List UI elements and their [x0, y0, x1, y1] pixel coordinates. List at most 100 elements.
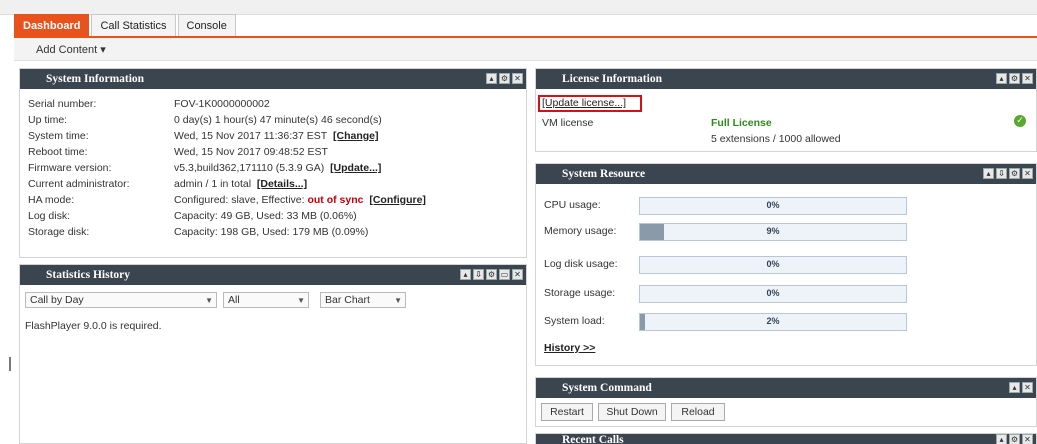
export-icon[interactable]: ⇩ — [996, 168, 1007, 179]
scope-select-value: All — [228, 294, 240, 306]
history-link[interactable]: History >> — [544, 342, 595, 354]
info-label: Storage disk: — [28, 226, 90, 238]
chart-type-select[interactable]: Bar Chart ▼ — [320, 292, 406, 308]
restart-button[interactable]: Restart — [541, 403, 593, 421]
license-information-panel: License Information ▴ ⚙ ✕ [Update licens… — [535, 68, 1037, 152]
panel-title: Statistics History — [46, 269, 131, 281]
info-value: Wed, 15 Nov 2017 11:36:37 EST — [174, 130, 328, 142]
tab-console[interactable]: Console — [177, 14, 236, 36]
close-icon[interactable]: ✕ — [1022, 168, 1033, 179]
collapse-icon[interactable]: ▴ — [996, 434, 1007, 444]
info-value-wrap: Wed, 15 Nov 2017 11:36:37 EST [Change] — [174, 130, 378, 142]
panel-title: System Information — [46, 73, 145, 85]
info-label: Current administrator: — [28, 178, 130, 190]
collapse-icon[interactable]: ▴ — [486, 73, 497, 84]
settings-icon[interactable]: ⚙ — [1009, 73, 1020, 84]
recent-calls-header: Recent Calls ▴ ⚙ ✕ — [536, 434, 1036, 444]
info-label: Serial number: — [28, 98, 97, 110]
usage-percent: 0% — [766, 259, 780, 269]
close-icon[interactable]: ✕ — [512, 269, 523, 280]
top-strip — [0, 0, 1037, 15]
settings-icon[interactable]: ⚙ — [486, 269, 497, 280]
configure-ha-link[interactable]: [Configure] — [369, 194, 426, 206]
info-value: Configured: slave, Effective: — [174, 194, 305, 206]
info-label: Firmware version: — [28, 162, 112, 174]
info-label: HA mode: — [28, 194, 75, 206]
minimize-icon[interactable]: ▭ — [499, 269, 510, 280]
chevron-down-icon: ▼ — [297, 296, 305, 305]
panel-title: System Command — [562, 382, 652, 394]
info-label: Reboot time: — [28, 146, 88, 158]
license-information-header: License Information ▴ ⚙ ✕ — [536, 69, 1036, 89]
panel-title: Recent Calls — [562, 434, 624, 444]
add-content-bar: Add Content ▾ — [14, 38, 1037, 61]
collapse-icon[interactable]: ▴ — [1009, 382, 1020, 393]
vm-license-status: Full License — [711, 117, 772, 129]
system-information-panel: System Information ▴ ⚙ ✕ Serial number: … — [19, 68, 527, 258]
system-command-header: System Command ▴ ✕ — [536, 378, 1036, 398]
ha-status: out of sync — [307, 194, 364, 206]
close-icon[interactable]: ✕ — [512, 73, 523, 84]
period-select-value: Call by Day — [30, 294, 84, 306]
statistics-history-header: Statistics History ▴ ⇩ ⚙ ▭ ✕ — [20, 265, 526, 285]
update-firmware-link[interactable]: [Update...] — [330, 162, 381, 174]
side-handle — [9, 357, 11, 371]
system-command-panel: System Command ▴ ✕ Restart Shut Down Rel… — [535, 377, 1037, 427]
chevron-down-icon: ▼ — [205, 296, 213, 305]
info-value-wrap: admin / 1 in total [Details...] — [174, 178, 307, 190]
info-value: Capacity: 49 GB, Used: 33 MB (0.06%) — [174, 210, 357, 222]
statistics-history-panel: Statistics History ▴ ⇩ ⚙ ▭ ✕ Call by Day… — [19, 264, 527, 444]
vm-license-label: VM license — [542, 117, 594, 129]
collapse-icon[interactable]: ▴ — [983, 168, 994, 179]
settings-icon[interactable]: ⚙ — [499, 73, 510, 84]
main-tabs: Dashboard Call Statistics Console — [14, 14, 238, 36]
tab-dashboard[interactable]: Dashboard — [14, 14, 90, 36]
info-value-wrap: Configured: slave, Effective: out of syn… — [174, 194, 426, 206]
info-value: v5.3,build362,171110 (5.3.9 GA) — [174, 162, 325, 174]
add-content-menu[interactable]: Add Content ▾ — [36, 43, 106, 56]
scope-select[interactable]: All ▼ — [223, 292, 309, 308]
info-value: admin / 1 in total — [174, 178, 252, 190]
period-select[interactable]: Call by Day ▼ — [25, 292, 217, 308]
collapse-icon[interactable]: ▴ — [460, 269, 471, 280]
reload-button[interactable]: Reload — [671, 403, 725, 421]
admin-details-link[interactable]: [Details...] — [257, 178, 307, 190]
flash-message-text: FlashPlayer 9.0.0 is required. — [25, 320, 162, 332]
cpu-usage-bar: 0% — [639, 197, 907, 215]
system-information-header: System Information ▴ ⚙ ✕ — [20, 69, 526, 89]
settings-icon[interactable]: ⚙ — [1009, 434, 1020, 444]
info-value: Capacity: 198 GB, Used: 179 MB (0.09%) — [174, 226, 369, 238]
usage-percent: 0% — [766, 200, 780, 210]
resource-label: System load: — [544, 315, 605, 327]
vm-license-detail: 5 extensions / 1000 allowed — [711, 133, 841, 145]
settings-icon[interactable]: ⚙ — [1009, 168, 1020, 179]
system-load-bar: 2% — [639, 313, 907, 331]
check-icon: ✓ — [1014, 115, 1026, 127]
resource-label: Storage usage: — [544, 287, 616, 299]
close-icon[interactable]: ✕ — [1022, 434, 1033, 444]
export-icon[interactable]: ⇩ — [473, 269, 484, 280]
shut-down-button[interactable]: Shut Down — [598, 403, 666, 421]
info-label: Up time: — [28, 114, 68, 126]
tab-call-statistics[interactable]: Call Statistics — [91, 14, 176, 36]
resource-label: Memory usage: — [544, 225, 617, 237]
collapse-icon[interactable]: ▴ — [996, 73, 1007, 84]
usage-percent: 2% — [766, 316, 780, 326]
update-license-link[interactable]: [Update license...] — [542, 97, 626, 109]
close-icon[interactable]: ✕ — [1022, 382, 1033, 393]
usage-percent: 9% — [766, 226, 780, 236]
system-resource-header: System Resource ▴ ⇩ ⚙ ✕ — [536, 164, 1036, 184]
panel-title: License Information — [562, 73, 662, 85]
change-time-link[interactable]: [Change] — [333, 130, 379, 142]
chevron-down-icon: ▼ — [394, 296, 402, 305]
memory-usage-bar: 9% — [639, 223, 907, 241]
info-value: Wed, 15 Nov 2017 09:48:52 EST — [174, 146, 328, 158]
recent-calls-panel: Recent Calls ▴ ⚙ ✕ — [535, 433, 1037, 444]
close-icon[interactable]: ✕ — [1022, 73, 1033, 84]
resource-label: Log disk usage: — [544, 258, 618, 270]
info-label: System time: — [28, 130, 89, 142]
usage-percent: 0% — [766, 288, 780, 298]
info-value-wrap: v5.3,build362,171110 (5.3.9 GA) [Update.… — [174, 162, 381, 174]
resource-label: CPU usage: — [544, 199, 601, 211]
log-disk-usage-bar: 0% — [639, 256, 907, 274]
